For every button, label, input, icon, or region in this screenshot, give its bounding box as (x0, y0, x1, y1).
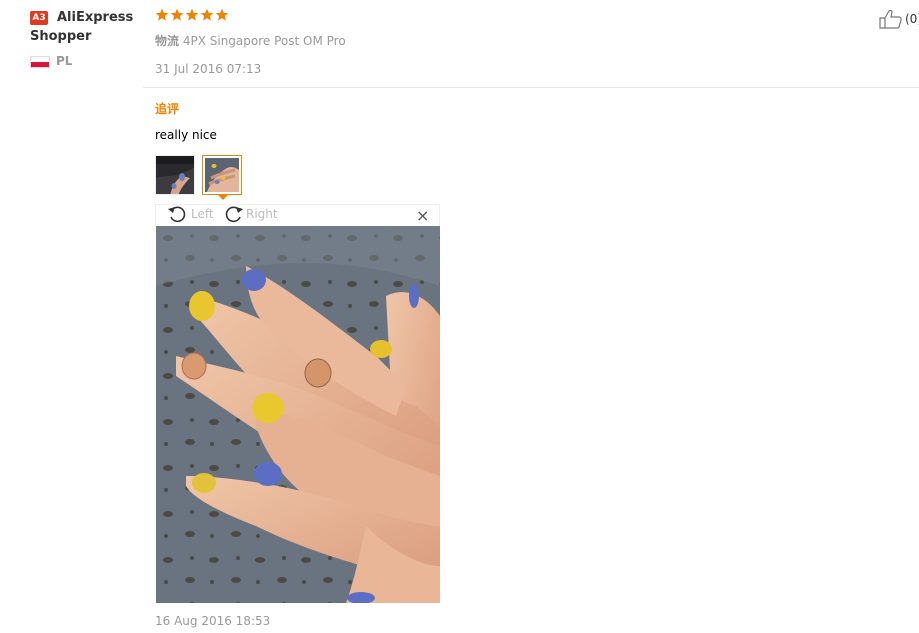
flag-pl-icon (30, 56, 50, 68)
logistics-info: 物流 4PX Singapore Post OM Pro (155, 32, 346, 49)
star-icon (215, 8, 229, 21)
thumbnail-image (205, 158, 239, 192)
star-icon (185, 8, 199, 21)
followup-label: 追评 (155, 102, 180, 116)
reviewer-country: PL (56, 54, 73, 68)
review-photo-thumbnail-2[interactable] (202, 155, 242, 195)
review-photo-large (156, 226, 440, 603)
rotate-right-icon (225, 206, 243, 223)
review-date: 31 Jul 2016 07:13 (155, 62, 262, 76)
thumbnail-image (156, 156, 194, 194)
rotate-right-button[interactable]: Right (222, 205, 278, 223)
followup-date: 16 Aug 2016 18:53 (155, 614, 271, 628)
logistics-label: 物流 (155, 34, 180, 48)
star-icon (200, 8, 214, 21)
rotate-left-label: Left (191, 207, 214, 221)
rotate-left-icon (168, 206, 186, 223)
buyer-level-badge: A3 (30, 11, 48, 25)
star-icon (155, 8, 169, 21)
rotate-right-label: Right (246, 207, 278, 221)
followup-text: really nice (155, 128, 217, 142)
thumbs-up-icon (879, 9, 902, 29)
rotate-left-button[interactable]: Left (167, 205, 214, 223)
divider (143, 87, 919, 88)
close-icon[interactable]: × (416, 205, 429, 227)
logistics-value: 4PX Singapore Post OM Pro (182, 34, 346, 48)
star-icon (170, 8, 184, 21)
review-photo-thumbnail-1[interactable] (155, 155, 195, 195)
reviewer-name[interactable]: AliExpress Shopper (30, 8, 150, 46)
rating-stars (155, 8, 229, 26)
hand-nail-photo (156, 226, 440, 603)
selected-thumbnail-pointer (217, 194, 229, 200)
helpful-button[interactable]: (0) (879, 9, 919, 29)
helpful-count: (0) (905, 12, 919, 26)
